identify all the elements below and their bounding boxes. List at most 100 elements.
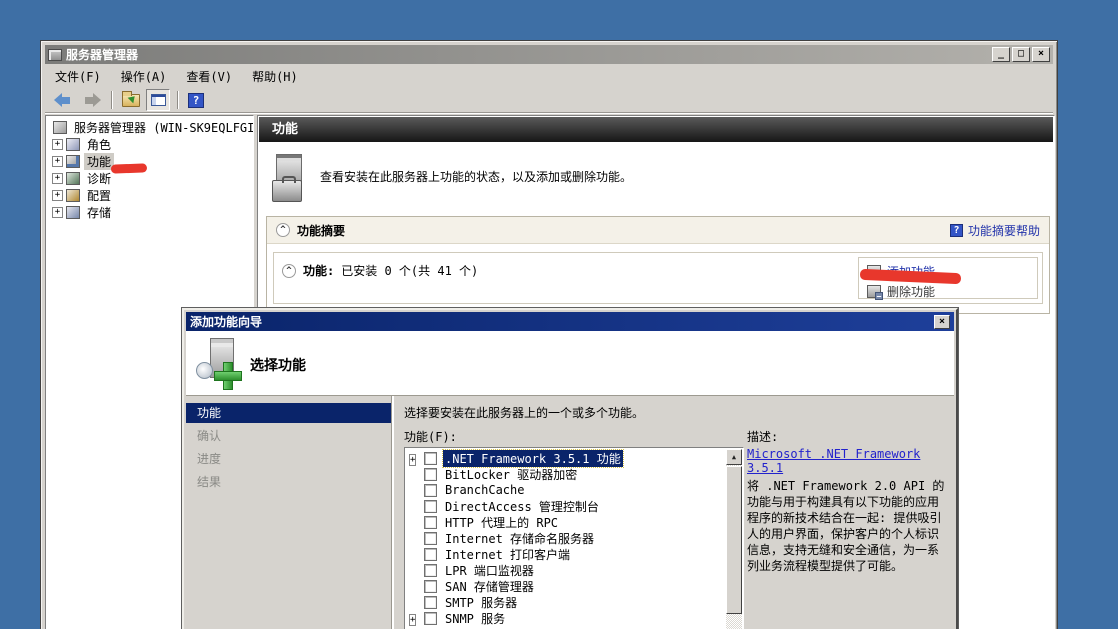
feature-row[interactable]: Internet 存储命名服务器 (409, 530, 743, 546)
feature-checkbox[interactable] (424, 564, 437, 577)
feature-row[interactable]: + SNMP 服务 (409, 610, 743, 626)
server-manager-icon (48, 49, 62, 61)
back-icon[interactable] (54, 94, 73, 106)
window-title-bar[interactable]: 服务器管理器 _ □ × (45, 45, 1053, 64)
add-features-wizard-dialog: 添加功能向导 × 选择功能 功能 确认 进度 结果 选择要安装在此服务器上的一个… (182, 308, 958, 629)
dialog-close-button[interactable]: × (934, 315, 950, 329)
feature-label[interactable]: SNMP 服务 (443, 610, 507, 627)
toolbar-separator (111, 91, 112, 109)
scroll-up-icon[interactable]: ▲ (726, 449, 742, 465)
description-link[interactable]: Microsoft .NET Framework 3.5.1 (747, 447, 946, 475)
features-listbox[interactable]: + .NET Framework 3.5.1 功能 BitLocker 驱动器加… (404, 447, 744, 629)
feature-label[interactable]: Internet 存储命名服务器 (443, 530, 596, 547)
tree-root[interactable]: 服务器管理器 (WIN-SK9EQLFGIL (46, 119, 253, 136)
feature-checkbox[interactable] (424, 548, 437, 561)
console-view-icon[interactable] (146, 89, 170, 111)
wizard-steps: 功能 确认 进度 结果 (186, 396, 392, 629)
features-icon (66, 155, 80, 168)
feature-row[interactable]: BranchCache (409, 482, 743, 498)
step-results: 结果 (186, 472, 392, 492)
tree-item-storage[interactable]: + 存储 (46, 204, 253, 221)
collapse-chevron-icon[interactable]: ^ (276, 223, 290, 237)
maximize-button[interactable]: □ (1012, 47, 1030, 62)
wizard-instruction: 选择要安装在此服务器上的一个或多个功能。 (404, 404, 644, 421)
menu-file[interactable]: 文件(F) (45, 66, 111, 87)
tree-item-diagnostics[interactable]: + 诊断 (46, 170, 253, 187)
collapse-chevron-icon[interactable]: ^ (282, 264, 296, 278)
feature-label[interactable]: DirectAccess 管理控制台 (443, 498, 601, 515)
expand-icon[interactable]: + (52, 156, 63, 167)
configuration-icon (66, 189, 80, 202)
feature-label[interactable]: .NET Framework 3.5.1 功能 (443, 450, 623, 467)
dialog-title-bar[interactable]: 添加功能向导 × (186, 312, 954, 331)
tree-item-roles[interactable]: + 角色 (46, 136, 253, 153)
feature-checkbox[interactable] (424, 484, 437, 497)
menu-action[interactable]: 操作(A) (111, 66, 177, 87)
features-summary-title: 功能摘要 (297, 222, 345, 239)
forward-icon[interactable] (82, 94, 101, 106)
step-progress: 进度 (186, 449, 392, 469)
toolbar: ? (45, 87, 1053, 114)
roles-icon (66, 138, 80, 151)
feature-checkbox[interactable] (424, 468, 437, 481)
expand-icon[interactable]: + (52, 190, 63, 201)
feature-checkbox[interactable] (424, 596, 437, 609)
expand-icon[interactable]: + (52, 207, 63, 218)
feature-checkbox[interactable] (424, 500, 437, 513)
tree-root-label: 服务器管理器 (WIN-SK9EQLFGIL (71, 119, 254, 136)
feature-row[interactable]: SAN 存储管理器 (409, 578, 743, 594)
feature-label[interactable]: BitLocker 驱动器加密 (443, 466, 579, 483)
expand-icon[interactable]: + (52, 173, 63, 184)
feature-label[interactable]: SAN 存储管理器 (443, 578, 536, 595)
console-screen-icon (151, 94, 166, 106)
menu-view[interactable]: 查看(V) (176, 66, 242, 87)
scrollbar[interactable]: ▲ (726, 449, 742, 629)
minimize-button[interactable]: _ (992, 47, 1010, 62)
tree-item-label: 配置 (84, 187, 114, 204)
feature-row[interactable]: Internet 打印客户端 (409, 546, 743, 562)
wizard-main: 选择要安装在此服务器上的一个或多个功能。 功能(F): 描述: + .NET F… (394, 396, 954, 629)
remove-features-link[interactable]: 删除功能 (887, 283, 935, 300)
feature-row[interactable]: DirectAccess 管理控制台 (409, 498, 743, 514)
features-summary-help-link[interactable]: 功能摘要帮助 (968, 222, 1040, 239)
remove-features-row[interactable]: − 删除功能 (867, 281, 1029, 301)
features-row-value: 已安装 0 个(共 41 个) (341, 262, 478, 279)
storage-icon (66, 206, 80, 219)
expand-icon[interactable]: + (409, 454, 416, 466)
feature-checkbox[interactable] (424, 580, 437, 593)
content-header: 功能 (259, 117, 1053, 142)
tree-item-configuration[interactable]: + 配置 (46, 187, 253, 204)
close-button[interactable]: × (1032, 47, 1050, 62)
feature-label[interactable]: BranchCache (443, 483, 526, 497)
menu-help[interactable]: 帮助(H) (242, 66, 308, 87)
help-icon[interactable]: ? (188, 93, 204, 108)
expand-icon[interactable]: + (52, 139, 63, 150)
feature-label[interactable]: HTTP 代理上的 RPC (443, 514, 560, 531)
menu-bar: 文件(F) 操作(A) 查看(V) 帮助(H) (45, 66, 1053, 87)
show-folder-icon[interactable] (122, 94, 140, 107)
tree-item-label: 诊断 (84, 170, 114, 187)
feature-checkbox[interactable] (424, 452, 437, 465)
tree-item-features[interactable]: + 功能 (46, 153, 253, 170)
feature-row[interactable]: SMTP 服务器 (409, 594, 743, 610)
description-label: 描述: (747, 428, 778, 445)
step-confirmation: 确认 (186, 426, 392, 446)
feature-checkbox[interactable] (424, 532, 437, 545)
feature-checkbox[interactable] (424, 612, 437, 625)
step-features[interactable]: 功能 (186, 403, 392, 423)
feature-label[interactable]: LPR 端口监视器 (443, 562, 536, 579)
feature-row[interactable]: LPR 端口监视器 (409, 562, 743, 578)
feature-row[interactable]: BitLocker 驱动器加密 (409, 466, 743, 482)
dialog-heading: 选择功能 (250, 355, 306, 375)
feature-row[interactable]: HTTP 代理上的 RPC (409, 514, 743, 530)
toolbar-separator (177, 91, 178, 109)
server-manager-icon (53, 121, 67, 134)
scrollbar-thumb[interactable] (726, 466, 742, 614)
feature-label[interactable]: SMTP 服务器 (443, 594, 519, 611)
dialog-header: 选择功能 (186, 331, 954, 396)
feature-row[interactable]: + .NET Framework 3.5.1 功能 (409, 450, 743, 466)
description-panel: Microsoft .NET Framework 3.5.1 将 .NET Fr… (747, 447, 946, 574)
feature-checkbox[interactable] (424, 516, 437, 529)
expand-icon[interactable]: + (409, 614, 416, 626)
feature-label[interactable]: Internet 打印客户端 (443, 546, 572, 563)
